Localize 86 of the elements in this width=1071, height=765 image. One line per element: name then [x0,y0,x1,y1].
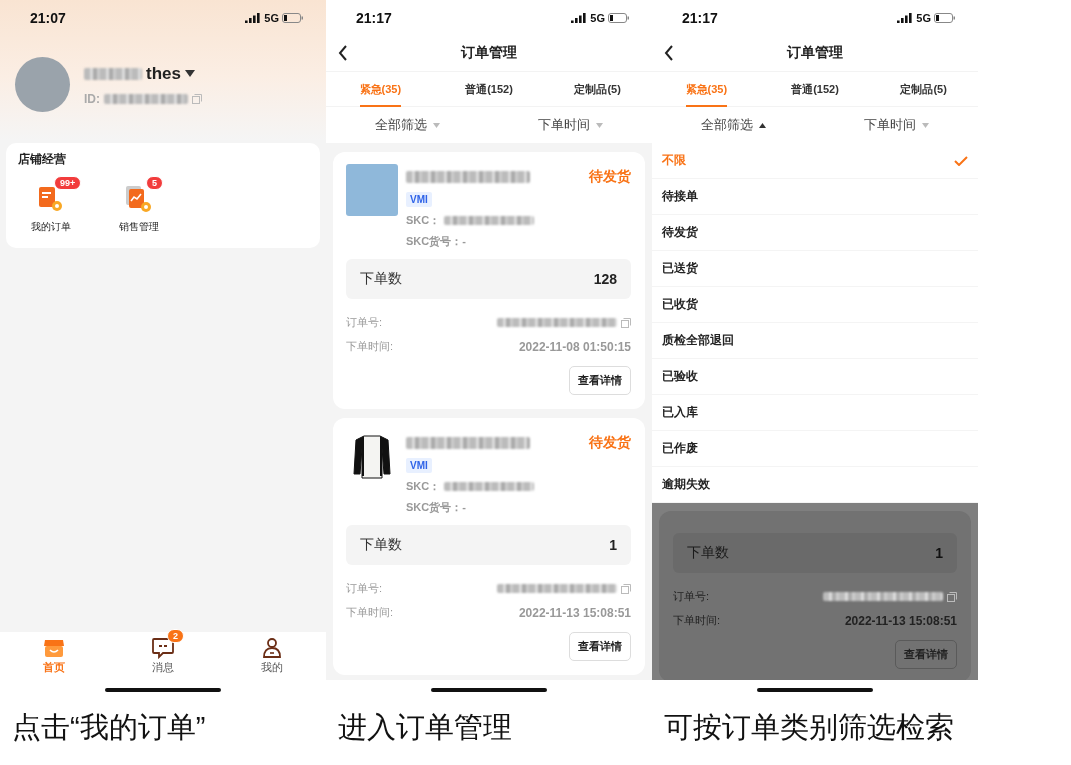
details-button[interactable]: 查看详情 [569,632,631,661]
order-time-label: 下单时间: [346,339,394,354]
filter-option[interactable]: 已送货 [652,251,978,287]
shortcut[interactable]: 5 销售管理 [106,176,172,234]
skc-code: SKC货号：- [406,500,467,515]
tab[interactable]: 普通(152) [465,71,513,107]
order-time: 2022-11-08 01:50:15 [518,339,631,354]
order-time-label: 下单时间: [673,613,721,628]
id-label: ID: [84,91,100,106]
order-status: 待发货 [589,168,631,186]
copy-icon[interactable] [621,583,631,594]
check-icon [954,155,968,166]
vmi-tag: VMI [406,192,432,207]
signal-icon [897,12,914,23]
order-number-label: 订单号: [346,581,383,596]
filter-option[interactable]: 已验收 [652,359,978,395]
caret-down-icon [922,122,929,128]
skc-code: SKC货号：- [406,234,467,249]
status-time: 21:17 [356,9,392,26]
count-badge: 99+ [54,176,82,190]
filter-dropdown[interactable]: 全部筛选 [326,107,489,143]
caption: 进入订单管理 [337,710,513,745]
count-badge: 5 [146,176,163,190]
back-icon[interactable] [338,45,348,61]
account-name: thes [146,63,181,84]
signal-icon [571,12,588,23]
caret-down-icon [596,122,603,128]
filter-dropdown[interactable]: 下单时间 [815,107,978,143]
caret-up-icon [759,122,766,128]
network-label: 5G [264,11,279,24]
tab[interactable]: 普通(152) [791,71,839,107]
back-icon[interactable] [664,45,674,61]
order-number-label: 订单号: [346,315,383,330]
photo-placeholder [346,164,398,216]
chart-document-gear-icon [124,184,154,214]
caret-icon[interactable] [184,69,195,78]
copy-icon[interactable] [947,591,957,602]
tab-bar-item[interactable]: 我的 [241,629,302,675]
tab-bar-item[interactable]: 2 消息 [133,629,193,675]
quantity-value: 128 [593,271,617,287]
section-title: 店铺经营 [18,151,67,168]
skc-label: SKC： [406,479,441,494]
battery-icon [934,12,956,23]
order-status: 待发货 [589,434,631,452]
filter-option[interactable]: 已入库 [652,395,978,431]
quantity-label: 下单数 [360,536,402,554]
order-time: 2022-11-13 15:08:51 [518,605,631,620]
caret-down-icon [433,122,440,128]
caption: 点击“我的订单” [11,710,207,745]
signal-icon [245,12,262,23]
vmi-tag: VMI [406,458,432,473]
page-title: 订单管理 [461,44,517,62]
filter-option[interactable]: 质检全部退回 [652,323,978,359]
person-icon [260,637,283,659]
shop-icon [43,637,66,659]
caption: 可按订单类别筛选检索 [663,710,955,745]
filter-dropdown[interactable]: 下单时间 [489,107,652,143]
quantity-label: 下单数 [687,544,729,562]
quantity-value: 1 [609,537,617,553]
tab[interactable]: 定制品(5) [574,71,621,107]
battery-icon [608,12,630,23]
blurred-text [84,67,142,80]
copy-icon[interactable] [192,93,202,104]
copy-icon[interactable] [621,317,631,328]
order-time: 2022-11-13 15:08:51 [844,613,957,628]
filter-option[interactable]: 待接单 [652,179,978,215]
skc-label: SKC： [406,213,441,228]
quantity-label: 下单数 [360,270,402,288]
avatar-placeholder[interactable] [15,57,70,112]
shortcut[interactable]: 99+ 我的订单 [18,176,84,234]
network-label: 5G [590,11,605,24]
battery-icon [282,12,304,23]
details-button[interactable]: 查看详情 [569,366,631,395]
order-time-label: 下单时间: [346,605,394,620]
tab[interactable]: 定制品(5) [900,71,947,107]
status-time: 21:17 [682,9,718,26]
quantity-value: 1 [935,545,943,561]
order-number-label: 订单号: [673,589,710,604]
filter-option[interactable]: 待发货 [652,215,978,251]
chat-icon [151,637,175,659]
status-time: 21:07 [30,9,66,26]
filter-option[interactable]: 已收货 [652,287,978,323]
network-label: 5G [916,11,931,24]
filter-dropdown[interactable]: 全部筛选 [652,107,815,143]
filter-option[interactable]: 已作废 [652,431,978,467]
page-title: 订单管理 [787,44,843,62]
